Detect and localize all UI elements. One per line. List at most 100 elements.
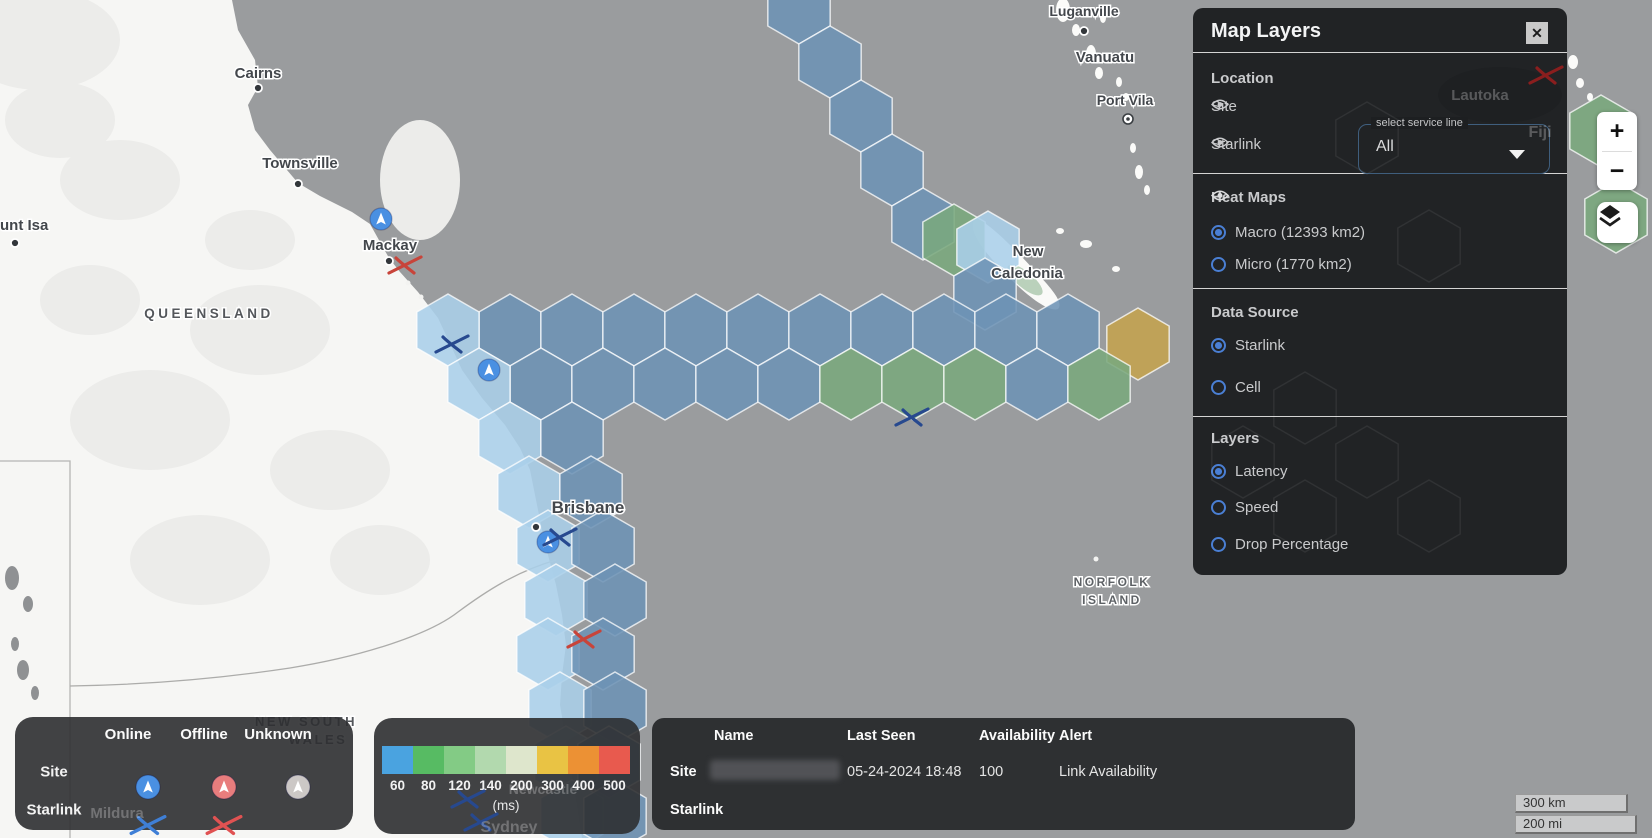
radio-speed[interactable]: Speed [1211,499,1278,516]
site-marker-icon[interactable] [136,775,160,799]
island [1072,24,1080,36]
capital-dot-core [1126,117,1130,121]
radio-label: Drop Percentage [1235,536,1348,553]
radio-label: Cell [1235,379,1261,396]
island [1568,55,1578,69]
service-line-value: All [1376,138,1394,156]
site-marker-icon[interactable] [286,775,310,799]
island [1130,143,1136,153]
radio-icon[interactable] [1211,464,1226,479]
divider [1193,288,1567,289]
terrain-patch [330,525,430,595]
map-label: Luganville [1049,3,1118,19]
map-label: NORFOLK [1074,575,1151,589]
radio-icon[interactable] [1211,338,1226,353]
radio-latency[interactable]: Latency [1211,463,1288,480]
scale-segment [475,746,506,774]
layers-button[interactable] [1597,202,1638,243]
islet [419,295,424,300]
lake [11,637,19,651]
service-line-label: select service line [1371,117,1468,129]
radio-label: Macro (12393 km2) [1235,224,1365,241]
layers-icon [1597,202,1623,228]
island [1112,266,1120,272]
terrain-patch [205,210,295,270]
scale-segment [444,746,475,774]
eye-icon [1211,136,1229,149]
city-dot [11,239,19,247]
selection-info-table: Name Last Seen Availability Alert Site 0… [652,718,1355,830]
city-dot [254,84,262,92]
radio-drop-percentage[interactable]: Drop Percentage [1211,536,1348,553]
map-label: Mackay [363,237,418,254]
scale-segment [382,746,413,774]
row-label-starlink: Starlink [670,802,723,818]
scale-unit: (ms) [382,798,630,813]
site-availability: 100 [979,764,1003,780]
zoom-in-button[interactable]: + [1597,112,1637,151]
map-label: QUEENSLAND [144,306,274,321]
latency-scale-legend: 6080120140200300400500 (ms) [374,718,640,834]
starlink-icon[interactable] [207,817,241,834]
radio-icon[interactable] [1211,537,1226,552]
map-application: CairnsTownsvilleMackayBrisbaneunt IsaLug… [0,0,1652,838]
color-scale-bar [382,746,630,774]
radio-macro[interactable]: Macro (12393 km2) [1211,224,1365,241]
map-label: unt Isa [0,217,49,234]
scale-tick-label: 400 [568,778,599,793]
starlink-icon[interactable] [131,817,165,834]
map-label: ISLAND [1082,593,1142,607]
col-offline: Offline [180,726,228,743]
zoom-out-button[interactable]: − [1597,152,1637,191]
scale-tick-label: 60 [382,778,413,793]
header-availability: Availability [979,728,1055,744]
map-label: Brisbane [552,498,625,517]
island [1095,67,1103,79]
island [1080,240,1092,248]
site-marker-icon[interactable] [212,775,236,799]
terrain-patch [380,120,460,240]
col-online: Online [105,726,152,743]
toggle-starlink[interactable]: Starlink [1211,136,1261,153]
scale-tick-label: 80 [413,778,444,793]
chevron-down-icon[interactable] [1509,150,1525,159]
radio-icon[interactable] [1211,500,1226,515]
map-label: Cairns [235,65,282,82]
col-unknown: Unknown [244,726,312,743]
terrain-patch [190,285,330,375]
scale-bar-mi: 200 mi [1515,815,1637,834]
row-site: Site [40,764,68,781]
redacted-site-name [710,760,840,780]
radio-icon[interactable] [1211,257,1226,272]
scale-segment [599,746,630,774]
section-data-source: Data Source [1211,304,1299,321]
divider [1193,416,1567,417]
toggle-site[interactable]: Site [1211,98,1237,115]
zoom-control: + − [1597,112,1637,190]
scale-bar-km: 300 km [1515,794,1628,813]
section-location: Location [1211,70,1274,87]
radio-micro[interactable]: Micro (1770 km2) [1211,256,1352,273]
island [1576,78,1584,88]
terrain-patch [130,515,270,605]
color-scale-labels: 6080120140200300400500 [382,778,630,793]
city-dot [1080,27,1088,35]
site-last-seen: 05-24-2024 18:48 [847,764,962,780]
section-layers: Layers [1211,430,1259,447]
map-label: Vanuatu [1076,49,1134,66]
radio-cell-source[interactable]: Cell [1211,379,1261,396]
map-label: Port Vila [1097,92,1154,108]
radio-icon[interactable] [1211,380,1226,395]
terrain-patch [40,265,140,335]
radio-starlink-source[interactable]: Starlink [1211,337,1285,354]
site-alert: Link Availability [1059,764,1157,780]
scale-tick-label: 120 [444,778,475,793]
map-layers-panel: Map Layers ✕ Location Site Starlink sele… [1193,8,1567,575]
lake [17,660,29,680]
panel-title: Map Layers [1211,20,1321,43]
city-dot [294,180,302,188]
close-icon[interactable]: ✕ [1526,22,1548,44]
radio-icon[interactable] [1211,225,1226,240]
scale-tick-label: 140 [475,778,506,793]
row-label-site: Site [670,764,697,780]
